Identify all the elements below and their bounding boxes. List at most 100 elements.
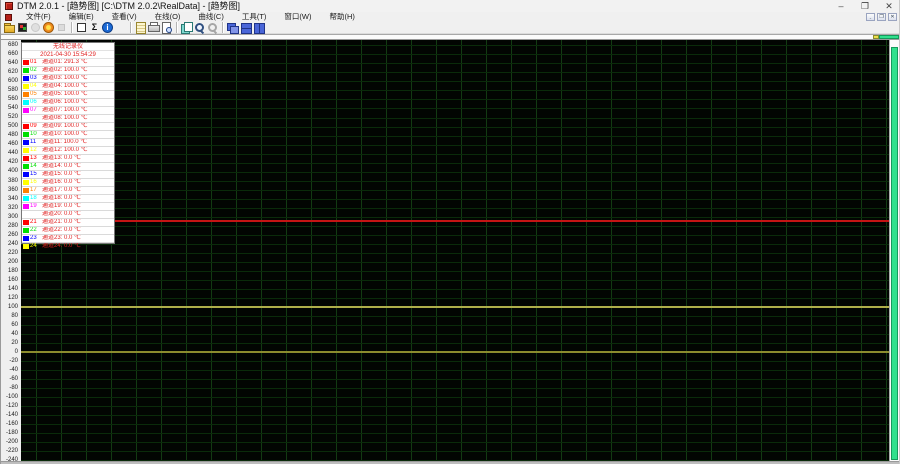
gridline-horizontal — [21, 451, 889, 452]
window-tile-vertical-icon[interactable] — [253, 22, 264, 33]
channel-number: 01 — [29, 59, 39, 66]
channel-value-text: 通道10: 100.0 ℃ — [39, 131, 114, 138]
minimize-button[interactable]: – — [829, 0, 853, 12]
gridline-vertical — [436, 40, 437, 461]
gridline-horizontal — [21, 226, 889, 227]
gridline-vertical — [811, 40, 812, 461]
gridline-horizontal — [21, 244, 889, 245]
notes-icon[interactable] — [135, 22, 146, 33]
gridline-vertical — [711, 40, 712, 461]
legend-rows: 01通道01: 291.3 ℃02通道02: 100.0 ℃03通道03: 10… — [22, 59, 114, 250]
legend-channel-row[interactable]: 19通道19: 0.0 ℃ — [22, 203, 114, 211]
gridline-vertical — [586, 40, 587, 461]
stop-icon — [56, 22, 67, 33]
legend-channel-row[interactable]: 21通道21: 0.0 ℃ — [22, 219, 114, 227]
gridline-horizontal — [21, 208, 889, 209]
menu-item[interactable]: 在线(O) — [146, 12, 190, 22]
legend-channel-row[interactable]: 24通道24: 0.0 ℃ — [22, 243, 114, 250]
menu-item[interactable]: 工具(T) — [233, 12, 276, 22]
menu-item[interactable]: 查看(V) — [103, 12, 146, 22]
legend-channel-row[interactable]: 16通道16: 0.0 ℃ — [22, 179, 114, 187]
legend-channel-row[interactable]: 13通道13: 0.0 ℃ — [22, 155, 114, 163]
window-tile-horizontal-icon[interactable] — [240, 22, 251, 33]
horizontal-scrollbar-thumb[interactable] — [879, 35, 899, 39]
legend-channel-row[interactable]: 18通道18: 0.0 ℃ — [22, 195, 114, 203]
copy-icon[interactable] — [181, 22, 192, 33]
y-axis-tick-label: 580 — [1, 87, 18, 93]
mdi-close-button[interactable]: ✕ — [888, 13, 897, 21]
gridline-horizontal — [21, 271, 889, 272]
gridline-horizontal — [21, 63, 889, 64]
y-axis-tick-label: -180 — [1, 430, 18, 436]
legend-channel-row[interactable]: 02通道02: 100.0 ℃ — [22, 67, 114, 75]
legend-channel-row[interactable]: 05通道05: 100.0 ℃ — [22, 91, 114, 99]
mdi-minimize-button[interactable]: ˍ — [866, 13, 875, 21]
y-axis-tick-label: 20 — [1, 340, 18, 346]
window-cascade-icon[interactable] — [227, 22, 238, 33]
legend-channel-row[interactable]: 15通道15: 0.0 ℃ — [22, 171, 114, 179]
gridline-vertical — [661, 40, 662, 461]
gridline-vertical — [886, 40, 887, 461]
gridline-horizontal — [21, 433, 889, 434]
menu-item[interactable]: 编辑(E) — [60, 12, 103, 22]
legend-channel-row[interactable]: 17通道17: 0.0 ℃ — [22, 187, 114, 195]
legend-channel-row[interactable]: 01通道01: 291.3 ℃ — [22, 59, 114, 67]
y-axis-tick-label: 440 — [1, 150, 18, 156]
legend-channel-row[interactable]: 11通道11: 100.0 ℃ — [22, 139, 114, 147]
legend-channel-row[interactable]: 08通道08: 100.0 ℃ — [22, 115, 114, 123]
channel-number: 19 — [29, 203, 39, 210]
trend-plot-area[interactable]: 无线记录仪 2021-04-30 15:54:29 01通道01: 291.3 … — [21, 40, 889, 461]
gridline-horizontal — [21, 253, 889, 254]
vertical-scrollbar[interactable] — [889, 40, 899, 461]
region-select-icon[interactable] — [76, 22, 87, 33]
legend-channel-row[interactable]: 04通道04: 100.0 ℃ — [22, 83, 114, 91]
menu-item[interactable]: 窗口(W) — [275, 12, 320, 22]
gridline-horizontal — [21, 163, 889, 164]
mdi-restore-button[interactable]: ❐ — [877, 13, 886, 21]
y-axis-tick-label: 80 — [1, 313, 18, 319]
record-gray-icon — [30, 22, 41, 33]
channel-value-text: 通道24: 0.0 ℃ — [39, 243, 114, 250]
legend-channel-row[interactable]: 06通道06: 100.0 ℃ — [22, 99, 114, 107]
channel-number: 07 — [29, 107, 39, 114]
legend-channel-row[interactable]: 12通道12: 100.0 ℃ — [22, 147, 114, 155]
legend-channel-row[interactable]: 09通道09: 100.0 ℃ — [22, 123, 114, 131]
record-icon[interactable] — [43, 22, 54, 33]
menu-item[interactable]: 曲线(C) — [189, 12, 232, 22]
y-axis-tick-label: 400 — [1, 168, 18, 174]
gridline-horizontal — [21, 154, 889, 155]
open-icon[interactable] — [4, 22, 15, 33]
channel-number: 05 — [29, 91, 39, 98]
zoom-icon[interactable] — [194, 22, 205, 33]
legend-channel-row[interactable]: 14通道14: 0.0 ℃ — [22, 163, 114, 171]
sum-icon[interactable]: Σ — [89, 22, 100, 33]
legend-channel-row[interactable]: 10通道10: 100.0 ℃ — [22, 131, 114, 139]
maximize-button[interactable]: ❐ — [853, 0, 877, 12]
legend-channel-row[interactable]: 03通道03: 100.0 ℃ — [22, 75, 114, 83]
gridline-vertical — [736, 40, 737, 461]
print-preview-icon[interactable] — [161, 22, 172, 33]
toolbar-separator — [222, 22, 223, 33]
legend-channel-row[interactable]: 22通道22: 0.0 ℃ — [22, 227, 114, 235]
toolbar-separator — [176, 22, 177, 33]
y-axis-tick-label: -60 — [1, 376, 18, 382]
pie-chart-icon[interactable] — [115, 22, 126, 33]
channel-number: 12 — [29, 147, 39, 154]
channel-number: 02 — [29, 67, 39, 74]
y-axis-tick-label: 500 — [1, 123, 18, 129]
vertical-scrollbar-thumb[interactable] — [891, 47, 898, 460]
legend-channel-row[interactable]: 23通道23: 0.0 ℃ — [22, 235, 114, 243]
close-button[interactable]: ✕ — [877, 0, 900, 12]
legend-channel-row[interactable]: 20通道20: 0.0 ℃ — [22, 211, 114, 219]
channel-number: 20 — [29, 211, 39, 218]
menu-bar: 文件(F)编辑(E)查看(V)在线(O)曲线(C)工具(T)窗口(W)帮助(H)… — [1, 12, 900, 22]
menu-item[interactable]: 文件(F) — [17, 12, 60, 22]
gridline-horizontal — [21, 108, 889, 109]
y-axis-tick-label: -220 — [1, 448, 18, 454]
toolbar-separator — [130, 22, 131, 33]
print-icon[interactable] — [148, 22, 159, 33]
info-icon[interactable]: i — [102, 22, 113, 33]
data-grid-icon[interactable] — [17, 22, 28, 33]
legend-channel-row[interactable]: 07通道07: 100.0 ℃ — [22, 107, 114, 115]
menu-item[interactable]: 帮助(H) — [321, 12, 364, 22]
